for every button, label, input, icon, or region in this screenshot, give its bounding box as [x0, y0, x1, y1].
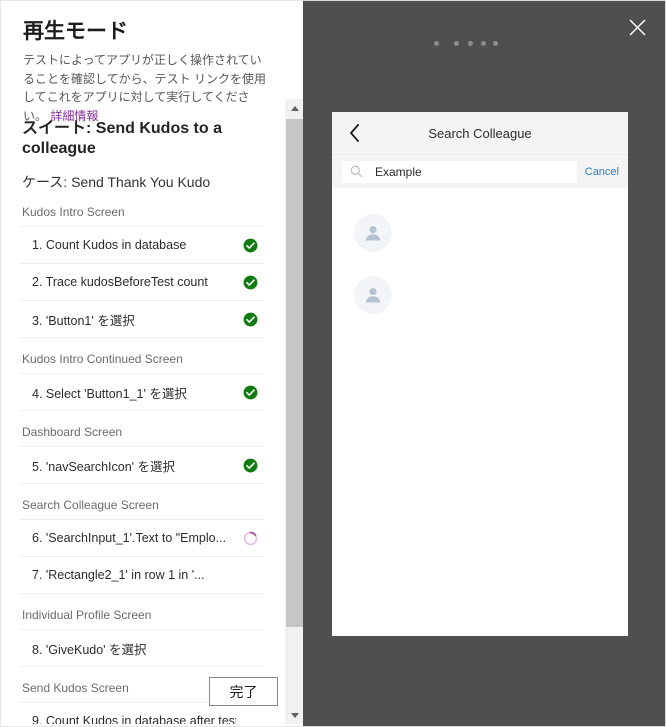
status-pass-icon: [236, 275, 264, 290]
test-step-label: 5. 'navSearchIcon' を選択: [32, 459, 176, 474]
test-step-row[interactable]: 2. Trace kudosBeforeTest count: [20, 263, 264, 300]
list-item[interactable]: [332, 264, 628, 326]
search-icon: [350, 165, 363, 178]
search-bar: Example Cancel: [332, 155, 628, 188]
status-running-spinner-icon: [236, 531, 264, 546]
screen-group: Search Colleague Screen 6. 'SearchInput_1…: [2, 498, 282, 594]
person-icon: [354, 276, 392, 314]
loading-dots-indicator: [303, 41, 665, 51]
test-step-label: 2. Trace kudosBeforeTest count: [32, 275, 208, 289]
screen-group-label: Search Colleague Screen: [22, 498, 159, 512]
vertical-scrollbar[interactable]: [285, 99, 303, 724]
scrollbar-thumb[interactable]: [286, 119, 303, 627]
status-pass-icon: [236, 385, 264, 400]
status-pass-icon: [236, 312, 264, 327]
done-button[interactable]: 完了: [209, 677, 278, 706]
scroll-down-arrow-icon[interactable]: [286, 706, 303, 724]
phone-header-title: Search Colleague: [428, 125, 532, 141]
screen-group: Dashboard Screen 5. 'navSearchIcon' を選択: [2, 425, 282, 484]
screen-group-label: Kudos Intro Screen: [22, 205, 125, 219]
test-step-label: 7. 'Rectangle2_1' in row 1 in '...: [32, 568, 205, 582]
search-input[interactable]: Example: [342, 160, 577, 183]
loading-dot: [468, 41, 473, 46]
person-icon: [354, 214, 392, 252]
test-steps-scroll-region[interactable]: スイート: Send Kudos to a colleague ケース: Sen…: [2, 99, 282, 724]
test-step-row[interactable]: 8. 'GiveKudo' を選択: [20, 629, 264, 667]
suite-label: スイート: Send Kudos to a colleague: [22, 120, 223, 157]
test-step-row[interactable]: 3. 'Button1' を選択: [20, 300, 264, 338]
test-step-label: 8. 'GiveKudo' を選択: [32, 642, 147, 657]
test-step-row[interactable]: 1. Count Kudos in database: [20, 226, 264, 263]
close-icon[interactable]: [621, 11, 653, 43]
playback-mode-window: 再生モード テストによってアプリが正しく操作されていることを確認してから、テスト…: [0, 0, 666, 727]
test-step-row[interactable]: 5. 'navSearchIcon' を選択: [20, 446, 264, 484]
test-steps-list: スイート: Send Kudos to a colleague ケース: Sen…: [2, 99, 282, 724]
list-item[interactable]: [332, 202, 628, 264]
screen-group: Individual Profile Screen 8. 'GiveKudo' を…: [2, 608, 282, 667]
loading-dot: [481, 41, 486, 46]
test-playback-panel: 再生モード テストによってアプリが正しく操作されていることを確認してから、テスト…: [0, 0, 303, 727]
screen-group: Kudos Intro Screen 1. Count Kudos in data…: [2, 205, 282, 338]
test-step-label: 9. Count Kudos in database after test: [32, 714, 236, 724]
app-player-surface: Search Colleague Example Cancel: [303, 0, 666, 727]
screen-group-label: Dashboard Screen: [22, 425, 123, 439]
test-step-row[interactable]: 4. Select 'Button1_1' を選択: [20, 373, 264, 411]
scroll-up-arrow-icon[interactable]: [286, 99, 303, 117]
case-label: ケース: Send Thank You Kudo: [22, 174, 211, 190]
loading-dot: [434, 41, 439, 46]
test-step-row[interactable]: 6. 'SearchInput_1'.Text to "Emplo...: [20, 519, 264, 556]
colleague-results-list: [332, 188, 628, 326]
search-input-value: Example: [375, 164, 422, 179]
test-step-label: 4. Select 'Button1_1' を選択: [32, 386, 187, 401]
test-step-label: 3. 'Button1' を選択: [32, 313, 135, 328]
loading-dot: [454, 41, 459, 46]
cancel-search-link[interactable]: Cancel: [585, 166, 628, 178]
screen-group: Kudos Intro Continued Screen 4. Select 'B…: [2, 352, 282, 411]
phone-app-header: Search Colleague: [332, 112, 628, 155]
status-pass-icon: [236, 458, 264, 473]
test-step-row[interactable]: 7. 'Rectangle2_1' in row 1 in '...: [20, 556, 264, 594]
screen-group-label: Kudos Intro Continued Screen: [22, 352, 183, 366]
test-step-label: 6. 'SearchInput_1'.Text to "Emplo...: [32, 531, 227, 545]
test-step-label: 1. Count Kudos in database: [32, 238, 187, 252]
phone-viewport: Search Colleague Example Cancel: [332, 112, 628, 636]
status-pass-icon: [236, 238, 264, 253]
chevron-left-icon[interactable]: [344, 123, 364, 143]
screen-group-label: Individual Profile Screen: [22, 608, 152, 622]
page-title: 再生モード: [23, 20, 128, 43]
loading-dot: [493, 41, 498, 46]
